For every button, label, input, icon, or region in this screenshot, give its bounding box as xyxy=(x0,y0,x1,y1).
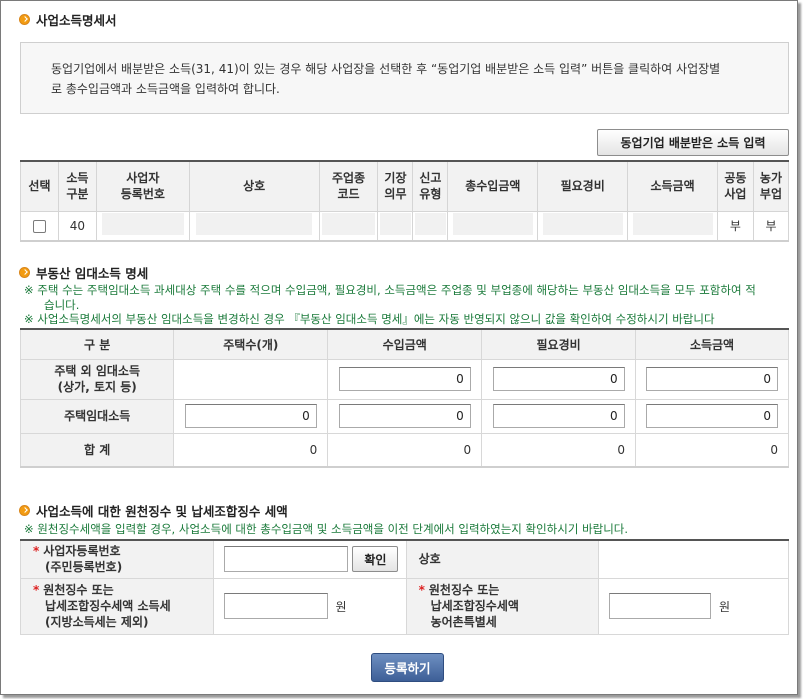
row-withholding: * 원천징수 또는 납세조합징수세액 소득세 (지방소득세는 제외) 원 * 원천징… xyxy=(20,577,789,635)
rental-note-2: ※ 사업소득명세서의 부동산 임대소득을 변경하신 경우 『부동산 임대소득 명… xyxy=(24,312,715,326)
row-income-type: 40 xyxy=(57,210,97,242)
row-farm-side-job: 부 xyxy=(752,210,790,242)
required-mark: * xyxy=(33,583,40,597)
row-bizno: * 사업자등록번호 (주민등록번호) 확인 상호 xyxy=(20,539,789,579)
housing-revenue-input[interactable]: 0 xyxy=(338,404,471,428)
table-row: 40 부 부 xyxy=(20,210,790,242)
col-bookkeeping: 기장 의무 xyxy=(377,161,414,212)
row-checkbox[interactable] xyxy=(32,219,46,233)
company-label: 상호 xyxy=(405,539,600,579)
window-frame: 사업소득명세서 동업기업에서 배분받은 소득(31, 41)이 있는 경우 해당… xyxy=(0,0,798,695)
info-text-line2: 로 총수입금액과 소득금액을 입력하여 합니다. xyxy=(51,82,280,96)
total-revenue: 0 xyxy=(327,432,483,468)
total-income: 0 xyxy=(635,432,789,468)
row-company-masked xyxy=(188,210,320,242)
col-farm-side-job: 농가 부업 xyxy=(752,161,790,212)
bizno-label: * 사업자등록번호 (주민등록번호) xyxy=(20,539,214,579)
row-bookkeeping-masked xyxy=(377,210,414,242)
section-title-text: 사업소득명세서 xyxy=(36,13,117,28)
col-income: 소득금액 xyxy=(627,161,718,212)
nonhousing-expense-input[interactable]: 0 xyxy=(492,367,625,391)
withholding-label: * 원천징수 또는 납세조합징수세액 소득세 (지방소득세는 제외) xyxy=(20,577,214,635)
col-total-revenue: 총수입금액 xyxy=(447,161,539,212)
row-select-cell xyxy=(20,210,59,242)
row-label: 주택임대소득 xyxy=(19,398,175,434)
section-title-rental-income: 부동산 임대소득 명세 xyxy=(19,263,148,282)
company-value xyxy=(598,539,789,579)
row-bizno-masked xyxy=(95,210,190,242)
row-revenue-masked xyxy=(447,210,539,242)
row-total: 합 계 0 0 0 0 xyxy=(19,432,789,468)
col-category: 구 분 xyxy=(19,329,175,360)
withholding-table: * 사업자등록번호 (주민등록번호) 확인 상호 * 원천징수 또는 납세조합징수세… xyxy=(20,539,789,635)
house-count-empty xyxy=(173,358,329,400)
orange-bullet-icon xyxy=(19,267,30,278)
col-company: 상호 xyxy=(188,161,320,212)
rural-tax-input[interactable] xyxy=(609,593,712,619)
col-expense: 필요경비 xyxy=(481,329,637,360)
unit-won: 원 xyxy=(719,599,731,614)
col-revenue: 수입금액 xyxy=(327,329,483,360)
unit-won: 원 xyxy=(335,599,347,614)
table-header-row: 구 분 주택수(개) 수입금액 필요경비 소득금액 xyxy=(19,329,789,360)
col-report-type: 신고 유형 xyxy=(412,161,449,212)
rental-note-1: ※ 주택 수는 주택임대소득 과세대상 주택 수를 적으며 수입금액, 필요경비… xyxy=(24,283,756,312)
info-text-line1: 동업기업에서 배분받은 소득(31, 41)이 있는 경우 해당 사업장을 선택… xyxy=(51,62,721,76)
row-income-masked xyxy=(627,210,718,242)
business-income-table: 선택 소득 구분 사업자 등록번호 상호 주업종 코드 기장 의무 신고 유형 총수입금액… xyxy=(20,160,790,242)
col-house-count: 주택수(개) xyxy=(173,329,329,360)
row-label: 주택 외 임대소득 (상가, 토지 등) xyxy=(19,358,175,400)
required-mark: * xyxy=(418,583,425,597)
row-industry-masked xyxy=(318,210,379,242)
confirm-button[interactable]: 확인 xyxy=(352,546,399,573)
housing-income-input[interactable]: 0 xyxy=(646,404,779,428)
orange-bullet-icon xyxy=(19,14,30,25)
total-expense: 0 xyxy=(481,432,637,468)
row-report-masked xyxy=(412,210,449,242)
row-nonhousing-rental: 주택 외 임대소득 (상가, 토지 등) 0 0 0 xyxy=(19,358,789,400)
section-title-business-income: 사업소득명세서 xyxy=(19,10,117,29)
col-income: 소득금액 xyxy=(635,329,789,360)
orange-bullet-icon xyxy=(19,505,30,516)
section-title-text: 사업소득에 대한 원천징수 및 납세조합징수 세액 xyxy=(36,504,288,519)
info-box: 동업기업에서 배분받은 소득(31, 41)이 있는 경우 해당 사업장을 선택… xyxy=(20,42,789,114)
register-button[interactable]: 등록하기 xyxy=(371,653,444,682)
col-expense: 필요경비 xyxy=(537,161,629,212)
col-joint-business: 공동 사업 xyxy=(716,161,754,212)
col-industry-code: 주업종 코드 xyxy=(318,161,379,212)
required-mark: * xyxy=(33,544,40,559)
nonhousing-revenue-input[interactable]: 0 xyxy=(338,367,471,391)
bizno-input[interactable] xyxy=(223,546,348,573)
col-income-type: 소득 구분 xyxy=(57,161,97,212)
nonhousing-income-input[interactable]: 0 xyxy=(646,367,779,391)
row-housing-rental: 주택임대소득 0 0 0 0 xyxy=(19,398,789,434)
withholding-tax-input[interactable] xyxy=(223,593,328,619)
partner-income-button[interactable]: 동업기업 배분받은 소득 입력 xyxy=(597,129,789,156)
row-label: 합 계 xyxy=(19,432,175,468)
col-select: 선택 xyxy=(20,161,59,212)
housing-expense-input[interactable]: 0 xyxy=(492,404,625,428)
section-title-withholding: 사업소득에 대한 원천징수 및 납세조합징수 세액 xyxy=(19,501,288,520)
col-bizno: 사업자 등록번호 xyxy=(95,161,190,212)
section-title-text: 부동산 임대소득 명세 xyxy=(36,266,149,281)
table-header-row: 선택 소득 구분 사업자 등록번호 상호 주업종 코드 기장 의무 신고 유형 총수입금액… xyxy=(20,161,790,212)
housing-count-input[interactable]: 0 xyxy=(184,404,317,428)
row-expense-masked xyxy=(537,210,629,242)
withholding-note: ※ 원천징수세액을 입력할 경우, 사업소득에 대한 총수입금액 및 소득금액을… xyxy=(24,522,629,536)
row-joint-business: 부 xyxy=(716,210,754,242)
rental-income-table: 구 분 주택수(개) 수입금액 필요경비 소득금액 주택 외 임대소득 (상가,… xyxy=(19,328,789,468)
total-count: 0 xyxy=(173,432,329,468)
rural-tax-label: * 원천징수 또는 납세조합징수세액 농어촌특별세 xyxy=(405,577,600,635)
